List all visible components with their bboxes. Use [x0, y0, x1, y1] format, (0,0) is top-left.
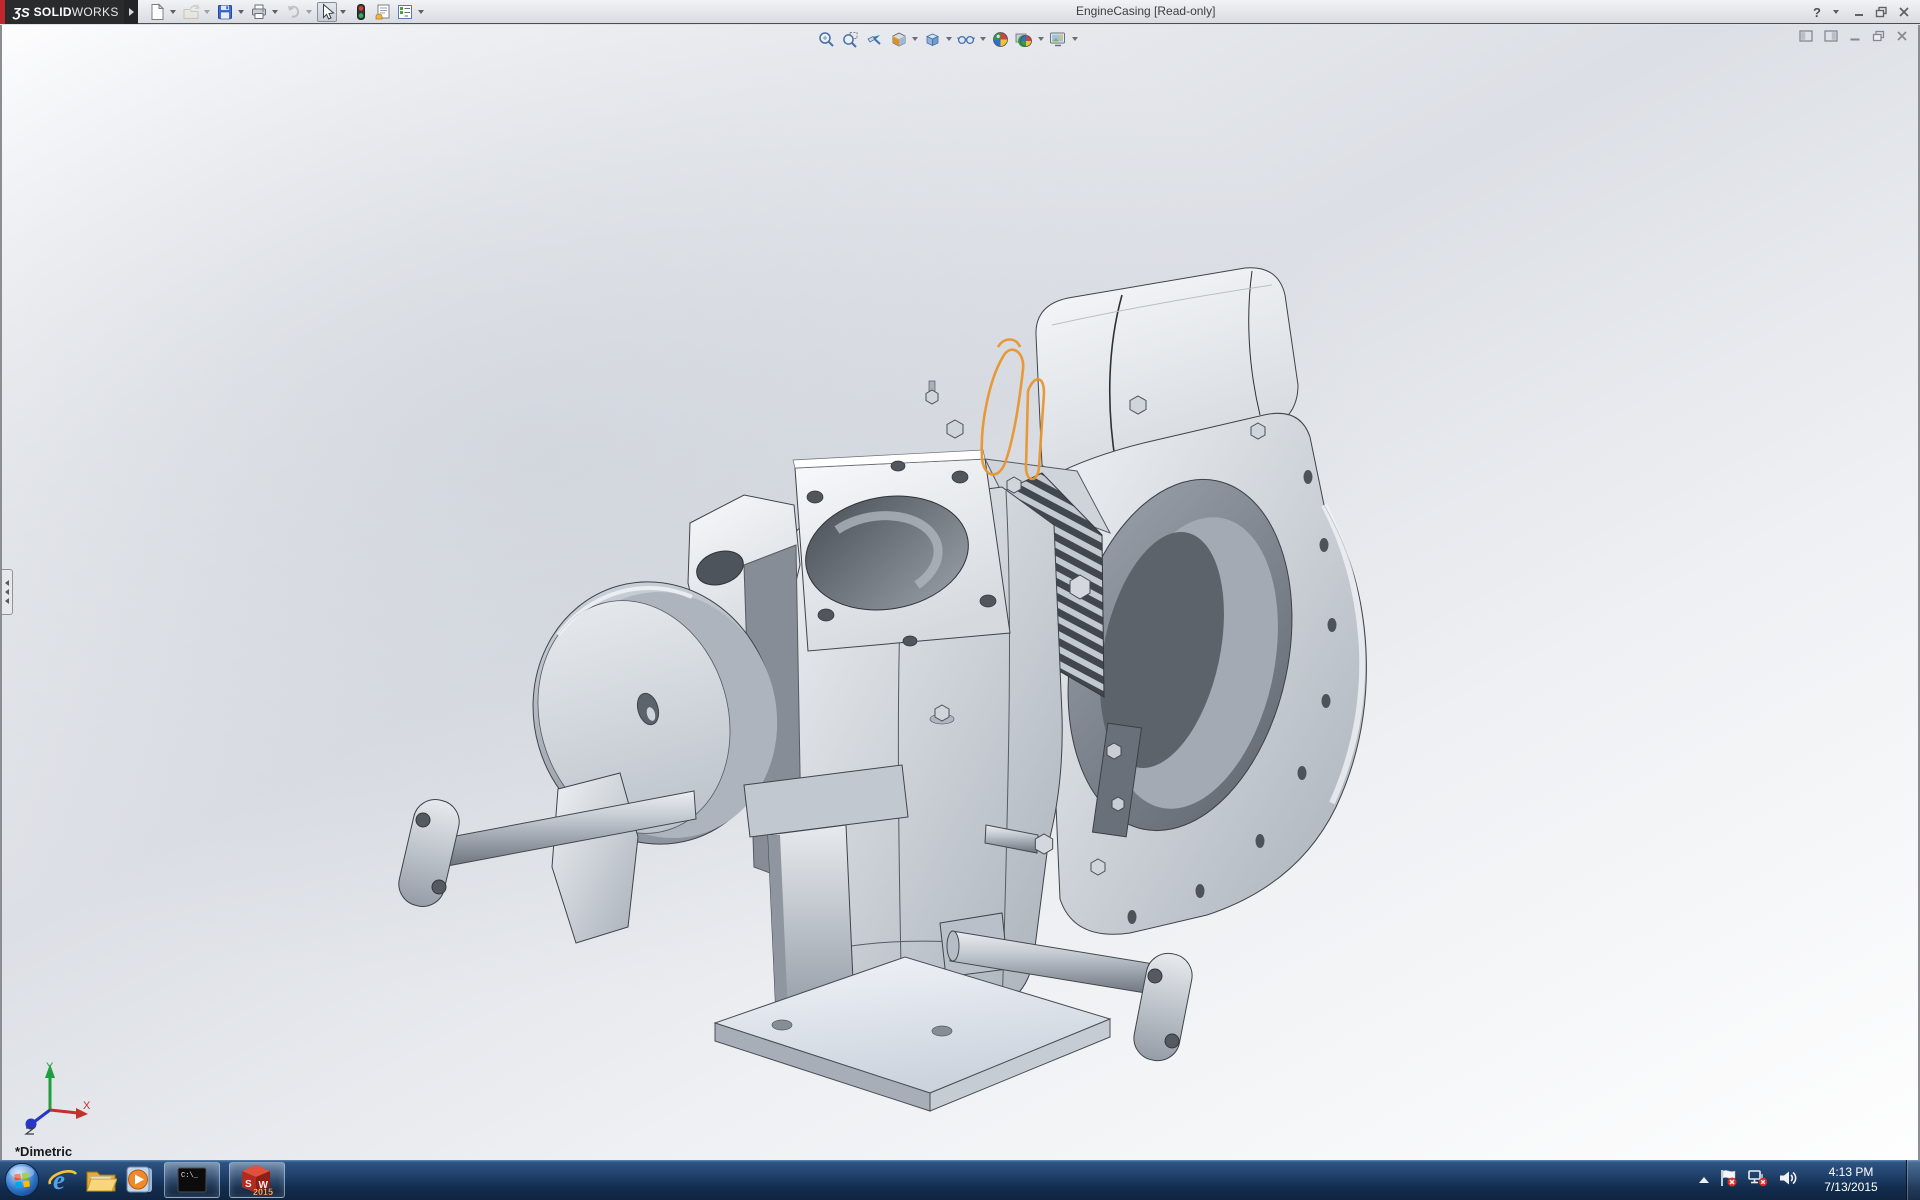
- command-prompt-icon: C:\_: [177, 1167, 207, 1193]
- clock-time: 4:13 PM: [1811, 1165, 1891, 1180]
- svg-text:S: S: [245, 1179, 252, 1190]
- help-button[interactable]: ?: [1813, 5, 1821, 20]
- hide-show-items-button[interactable]: [955, 29, 977, 49]
- network-disconnected-icon[interactable]: [1747, 1168, 1769, 1193]
- document-close-button[interactable]: [1896, 29, 1908, 47]
- main-toolbar: [146, 1, 428, 23]
- section-view-dropdown[interactable]: [910, 29, 920, 49]
- new-dropdown[interactable]: [168, 2, 177, 22]
- new-document-button[interactable]: [147, 2, 167, 22]
- undo-icon: [284, 3, 302, 21]
- taskbar-clock[interactable]: 4:13 PM 7/13/2015: [1811, 1165, 1891, 1195]
- svg-text:C:\_: C:\_: [181, 1172, 199, 1180]
- graphics-viewport[interactable]: Y X *Dimetric: [0, 25, 1920, 1160]
- headsup-view-toolbar: [814, 28, 1080, 50]
- open-folder-icon: [182, 3, 200, 21]
- logo-red-accent: [0, 0, 5, 24]
- zoom-to-fit-button[interactable]: [815, 29, 837, 49]
- section-view-button[interactable]: [887, 29, 909, 49]
- featuremanager-collapsed-tab[interactable]: [2, 569, 13, 615]
- options-icon: [396, 3, 414, 21]
- reference-triad: Y X: [16, 1058, 92, 1136]
- zoom-to-area-button[interactable]: [839, 29, 861, 49]
- taskbar: e C:\_: [0, 1160, 1920, 1200]
- print-button[interactable]: [249, 2, 269, 22]
- hide-show-items-dropdown[interactable]: [978, 29, 988, 49]
- apply-scene-button[interactable]: [1013, 29, 1035, 49]
- select-dropdown[interactable]: [338, 2, 347, 22]
- taskbar-item-command-prompt[interactable]: C:\_: [164, 1162, 220, 1198]
- featuremanager-pane-left-button[interactable]: [1799, 29, 1813, 47]
- solidworks-window: ƷS SOLIDWORKS: [0, 0, 1920, 1200]
- view-orientation-label: *Dimetric: [15, 1144, 72, 1159]
- options-dropdown[interactable]: [416, 2, 425, 22]
- options-button[interactable]: [395, 2, 415, 22]
- undo-button[interactable]: [283, 2, 303, 22]
- undo-dropdown[interactable]: [304, 2, 313, 22]
- menu-flyout-arrow[interactable]: [124, 0, 138, 24]
- window-title: EngineCasing [Read-only]: [1076, 4, 1215, 18]
- file-properties-button[interactable]: [373, 2, 393, 22]
- window-controls: ?: [1813, 0, 1910, 24]
- taskbar-item-internet-explorer[interactable]: e: [44, 1160, 82, 1200]
- triad-x-label: X: [83, 1100, 91, 1112]
- view-settings-button[interactable]: [1047, 29, 1069, 49]
- solidworks-2015-icon: S W 2015: [240, 1164, 274, 1196]
- edit-appearance-button[interactable]: [989, 29, 1011, 49]
- system-tray: 4:13 PM 7/13/2015: [1699, 1160, 1920, 1200]
- help-dropdown[interactable]: [1831, 2, 1840, 22]
- document-window-controls: [1799, 29, 1908, 47]
- logo-text-works: WORKS: [72, 5, 119, 19]
- engine-casing-model[interactable]: [2, 25, 1920, 1160]
- restore-button[interactable]: [1875, 6, 1888, 18]
- model-part-carb-plate[interactable]: [793, 450, 1010, 651]
- minimize-button[interactable]: [1853, 6, 1865, 18]
- titlebar: ƷS SOLIDWORKS: [0, 0, 1920, 24]
- display-style-button[interactable]: [921, 29, 943, 49]
- document-restore-button[interactable]: [1872, 29, 1885, 47]
- featuremanager-pane-right-button[interactable]: [1824, 29, 1838, 47]
- svg-text:2015: 2015: [253, 1187, 273, 1196]
- select-tool-button[interactable]: [317, 2, 337, 22]
- save-dropdown[interactable]: [236, 2, 245, 22]
- apply-scene-dropdown[interactable]: [1036, 29, 1046, 49]
- media-player-icon: [123, 1164, 155, 1196]
- internet-explorer-icon: e: [47, 1164, 79, 1196]
- clock-date: 7/13/2015: [1811, 1180, 1891, 1195]
- save-button[interactable]: [215, 2, 235, 22]
- show-hidden-icons-button[interactable]: [1699, 1177, 1709, 1183]
- close-button[interactable]: [1898, 6, 1910, 18]
- triad-y-label: Y: [46, 1061, 54, 1073]
- open-button[interactable]: [181, 2, 201, 22]
- document-minimize-button[interactable]: [1849, 29, 1861, 47]
- open-dropdown[interactable]: [202, 2, 211, 22]
- taskbar-item-solidworks[interactable]: S W 2015: [229, 1162, 285, 1198]
- taskbar-item-windows-explorer[interactable]: [82, 1160, 120, 1200]
- logo-3ds-mark: ƷS: [13, 5, 30, 20]
- taskbar-item-media-player[interactable]: [120, 1160, 158, 1200]
- volume-icon[interactable]: [1778, 1168, 1798, 1193]
- file-properties-icon: [374, 3, 392, 21]
- rebuild-traffic-light-icon: [352, 3, 370, 21]
- model-part-left-shaft[interactable]: [394, 791, 696, 911]
- solidworks-logo: ƷS SOLIDWORKS: [0, 0, 124, 24]
- save-icon: [216, 3, 234, 21]
- windows-start-icon: [3, 1161, 41, 1199]
- rebuild-button[interactable]: [351, 2, 371, 22]
- svg-text:e: e: [53, 1165, 65, 1195]
- new-document-icon: [148, 3, 166, 21]
- selection-highlight[interactable]: [982, 340, 1044, 480]
- view-settings-dropdown[interactable]: [1070, 29, 1080, 49]
- display-style-dropdown[interactable]: [944, 29, 954, 49]
- start-button[interactable]: [0, 1160, 44, 1200]
- action-center-icon[interactable]: [1718, 1168, 1738, 1193]
- print-dropdown[interactable]: [270, 2, 279, 22]
- show-desktop-button[interactable]: [1906, 1160, 1920, 1200]
- print-icon: [250, 3, 268, 21]
- logo-text-solid: SOLID: [34, 5, 72, 19]
- folder-icon: [85, 1166, 117, 1194]
- previous-view-button[interactable]: [863, 29, 885, 49]
- select-cursor-icon: [318, 3, 336, 21]
